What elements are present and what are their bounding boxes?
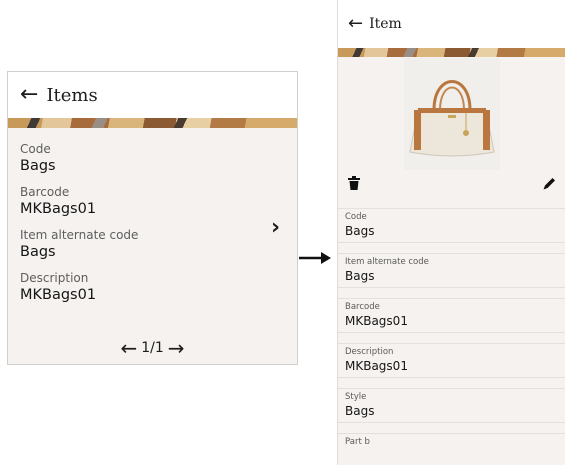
field-description: Description MKBags01 <box>20 271 285 304</box>
handbag-product-image <box>404 58 500 170</box>
chevron-right-icon[interactable]: › <box>271 217 280 239</box>
field-item-alternate-code[interactable]: Item alternate code Bags <box>338 253 565 288</box>
item-header: ← Item <box>338 0 565 48</box>
item-detail-panel: ← Item Code Bags Item alternate code Bag… <box>337 0 565 465</box>
previous-page-icon[interactable]: ← <box>120 338 137 358</box>
field-style[interactable]: Style Bags <box>338 388 565 423</box>
page-title: Items <box>46 84 98 106</box>
field-item-alternate-code: Item alternate code Bags <box>20 228 285 261</box>
pencil-icon[interactable] <box>543 176 557 190</box>
field-label: Item alternate code <box>345 257 429 267</box>
field-label: Code <box>20 142 51 156</box>
field-value: MKBags01 <box>20 287 97 303</box>
field-value: Bags <box>345 404 375 418</box>
field-value: Bags <box>20 158 56 174</box>
field-label: Item alternate code <box>20 228 139 242</box>
field-value: Bags <box>20 244 56 260</box>
field-code: Code Bags <box>20 142 285 175</box>
field-value: MKBags01 <box>20 201 97 217</box>
field-code[interactable]: Code Bags <box>338 208 565 243</box>
page-indicator: 1/1 <box>141 340 164 356</box>
page-title: Item <box>369 16 402 32</box>
field-description[interactable]: Description MKBags01 <box>338 343 565 378</box>
field-label: Style <box>345 392 367 402</box>
field-value: Bags <box>345 269 375 283</box>
trash-icon[interactable] <box>348 176 360 190</box>
decorative-banner <box>8 118 297 128</box>
item-field-list: Code Bags Item alternate code Bags Barco… <box>338 208 565 465</box>
field-value: Bags <box>345 224 375 238</box>
item-summary[interactable]: Code Bags Barcode MKBags01 Item alternat… <box>8 128 297 304</box>
field-label: Barcode <box>345 302 380 312</box>
items-list-card: ← Items Code Bags Barcode MKBags01 Item … <box>7 71 298 365</box>
field-barcode: Barcode MKBags01 <box>20 185 285 218</box>
field-part-b[interactable]: Part b <box>338 433 565 465</box>
items-header: ← Items <box>8 72 297 118</box>
field-label: Description <box>20 271 89 285</box>
field-value: MKBags01 <box>345 359 408 373</box>
field-label: Code <box>345 212 367 222</box>
item-actions <box>338 176 565 194</box>
field-value: MKBags01 <box>345 314 408 328</box>
back-arrow-icon[interactable]: ← <box>20 84 38 106</box>
field-label: Barcode <box>20 185 70 199</box>
navigation-arrow-icon <box>299 252 331 264</box>
field-label: Part b <box>345 437 370 447</box>
pager: ← 1/1 → <box>8 338 297 358</box>
decorative-banner <box>338 48 565 57</box>
field-label: Description <box>345 347 394 357</box>
field-barcode[interactable]: Barcode MKBags01 <box>338 298 565 333</box>
next-page-icon[interactable]: → <box>168 338 185 358</box>
back-arrow-icon[interactable]: ← <box>348 15 363 33</box>
